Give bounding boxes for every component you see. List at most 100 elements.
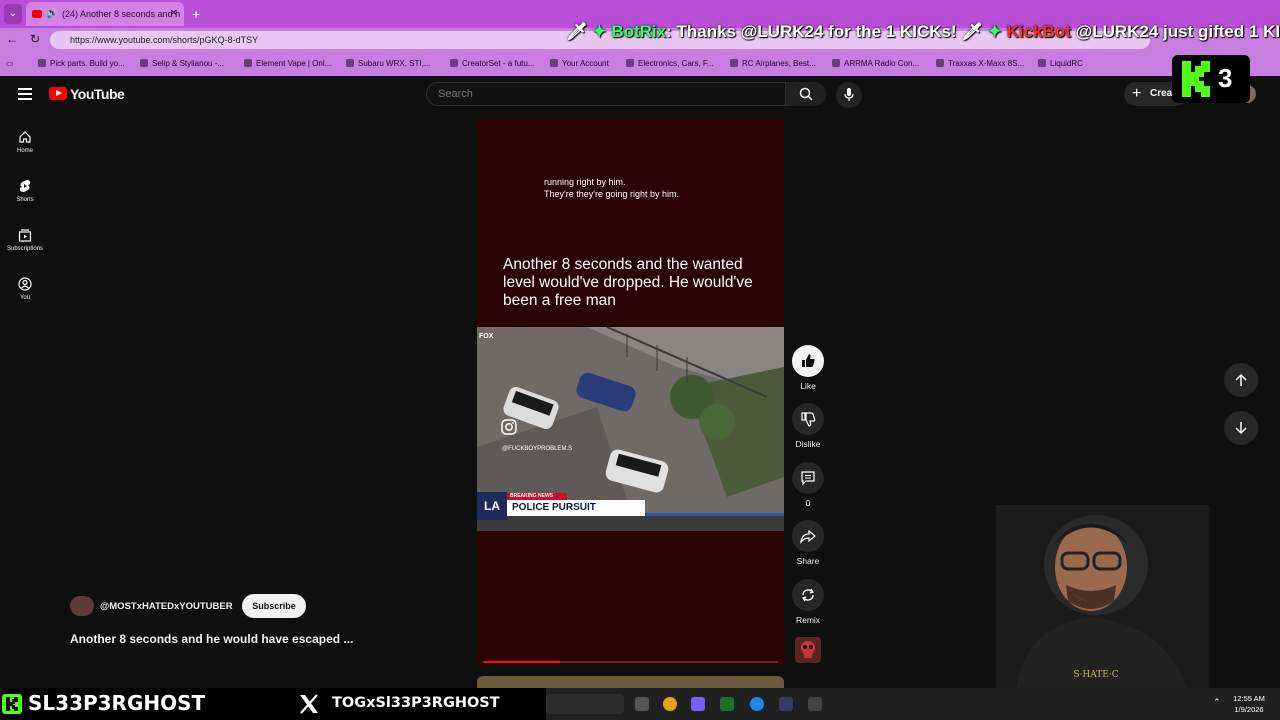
arrow-up-icon: [1235, 373, 1247, 386]
caption-line: They're they're going right by him.: [544, 189, 679, 199]
arrow-down-icon: [1235, 422, 1247, 435]
video-progress-fill: [483, 661, 560, 663]
share-button[interactable]: Share: [786, 520, 830, 566]
search-input[interactable]: [426, 82, 786, 106]
bookmark-item[interactable]: Electronics, Cars, F...: [626, 59, 714, 68]
x-handle-banner: TOGxSl33P3RGHOST: [290, 688, 546, 720]
chrome-icon[interactable]: [663, 697, 677, 711]
ticker-message: @LURK24 just gifted 1 KICKs!: [1075, 22, 1280, 41]
bookmarks-menu-icon[interactable]: ▭: [6, 59, 14, 68]
bookmark-item[interactable]: Your Account: [550, 59, 609, 68]
sidebar-item-you[interactable]: You: [0, 271, 50, 315]
station-logo: LA: [477, 492, 507, 520]
kick-follower-badge: 3: [1172, 55, 1250, 103]
youtube-header: YouTube Creat: [0, 76, 1280, 114]
tab-menu-button[interactable]: ⌄: [4, 4, 22, 24]
sidebar-item-label: You: [19, 295, 31, 301]
bookmark-item[interactable]: LiquidRC: [1038, 59, 1083, 68]
hamburger-menu-icon[interactable]: [18, 88, 32, 100]
previous-short-button[interactable]: [1224, 363, 1258, 397]
like-button[interactable]: Like: [786, 345, 830, 391]
media-app-icon[interactable]: [779, 697, 793, 711]
clock-date: 1/9/2026: [1234, 705, 1264, 714]
search-icon: [799, 87, 813, 101]
bookmark-item[interactable]: Selip & Stylianou -...: [140, 59, 224, 68]
remix-button[interactable]: Remix: [786, 579, 830, 625]
dislike-button[interactable]: Dislike: [786, 403, 830, 449]
kick-logo-icon: [1182, 61, 1210, 97]
tab-active[interactable]: 🔊 (24) Another 8 seconds and h ✕: [26, 2, 184, 26]
ticker-message: : Thanks @LURK24 for the 1 KICKs!: [666, 22, 957, 41]
tray-chevron-icon[interactable]: ⌃: [1213, 697, 1221, 708]
sword-icon: 🗡: [961, 22, 983, 41]
comment-icon: [801, 471, 815, 486]
sidebar-item-subscriptions[interactable]: Subscriptions: [0, 222, 50, 266]
thumbs-up-icon: [802, 354, 815, 367]
video-caption: running right by him. They're they're go…: [544, 176, 679, 200]
bookmark-item[interactable]: ARRMA Radio Con...: [832, 59, 919, 68]
kick-handle-text: SL33P3RGHOST: [28, 691, 206, 715]
caption-line: running right by him.: [544, 177, 626, 187]
taskbar-clock[interactable]: 12:55 AM 1/9/2026: [1222, 693, 1276, 715]
bookmark-item[interactable]: CreatorSet - a futu...: [450, 59, 534, 68]
thumbs-down-icon: [801, 412, 816, 427]
new-tab-button[interactable]: +: [192, 4, 206, 24]
video-progress-bar[interactable]: [483, 661, 778, 663]
search-button[interactable]: [786, 82, 826, 106]
channel-name[interactable]: @MOSTxHATEDxYOUTUBER: [100, 601, 233, 612]
sword-icon: 🗡: [566, 22, 588, 41]
breaking-news-label: BREAKING NEWS: [507, 493, 567, 500]
webcam-image: S·HATE·C: [996, 505, 1210, 688]
bot-badge-icon: ✦: [987, 22, 1002, 41]
comments-button[interactable]: 0: [786, 462, 830, 508]
remix-label: Remix: [795, 615, 821, 625]
youtube-logo-icon[interactable]: [49, 87, 67, 100]
share-icon: [800, 529, 816, 544]
game-app-icon[interactable]: [808, 697, 822, 711]
kick-app-icon[interactable]: [720, 697, 734, 711]
speaker-icon[interactable]: 🔊: [46, 2, 58, 26]
channel-avatar[interactable]: [70, 596, 94, 616]
next-short-preview[interactable]: [477, 676, 784, 688]
news-banner: POLICE PURSUIT: [507, 500, 645, 516]
user-icon: [18, 277, 32, 291]
back-icon[interactable]: ←: [6, 32, 18, 46]
share-label: Share: [796, 556, 820, 566]
next-short-button[interactable]: [1224, 411, 1258, 445]
taskbar-search[interactable]: [546, 694, 624, 714]
close-tab-icon[interactable]: ✕: [170, 2, 178, 26]
voice-search-button[interactable]: [836, 82, 862, 108]
audio-track-thumbnail[interactable]: [795, 637, 821, 663]
url-text: https://www.youtube.com/shorts/pGKQ-8-dT…: [70, 35, 259, 45]
sidebar-item-shorts[interactable]: Shorts: [0, 173, 50, 217]
bookmark-item[interactable]: Element Vape | Onl...: [244, 59, 331, 68]
home-icon: [19, 131, 31, 143]
kick-count: 3: [1218, 63, 1233, 93]
ticker-bot-name: BotRix: [611, 22, 667, 41]
microphone-icon: [844, 88, 854, 101]
sidebar-item-label: Home: [16, 148, 33, 154]
subscribe-button[interactable]: Subscribe: [242, 594, 306, 618]
reload-icon[interactable]: ↻: [30, 32, 40, 46]
bookmark-item[interactable]: RC Airplanes, Best...: [730, 59, 816, 68]
bookmark-item[interactable]: Pick parts. Build yo...: [38, 59, 125, 68]
remix-icon: [802, 588, 814, 602]
subscriptions-icon: [18, 229, 32, 242]
stream-chat-ticker: 🗡 ✦ BotRix: Thanks @LURK24 for the 1 KIC…: [566, 22, 1280, 44]
sidebar-item-home[interactable]: Home: [0, 124, 50, 168]
kick-logo-icon: [2, 694, 22, 714]
task-view-icon[interactable]: [635, 697, 649, 711]
short-title[interactable]: Another 8 seconds and he would have esca…: [70, 632, 353, 646]
ticker-bot-name: KickBot: [1006, 22, 1071, 41]
bookmark-item[interactable]: Traxxas X-Maxx 8S...: [936, 59, 1024, 68]
youtube-wordmark[interactable]: YouTube: [70, 86, 125, 102]
video-headline: Another 8 seconds and the wanted level w…: [503, 256, 753, 309]
bookmark-item[interactable]: Subaru WRX, STI,...: [346, 59, 430, 68]
copilot-icon[interactable]: [691, 697, 705, 711]
shorts-player[interactable]: running right by him. They're they're go…: [477, 119, 784, 665]
edge-icon[interactable]: [750, 697, 764, 711]
x-logo-icon: [300, 694, 318, 714]
clock-time: 12:55 AM: [1233, 694, 1265, 703]
dislike-label: Dislike: [795, 439, 821, 449]
bookmarks-bar: ▭ Pick parts. Build yo... Selip & Stylia…: [0, 52, 1280, 76]
